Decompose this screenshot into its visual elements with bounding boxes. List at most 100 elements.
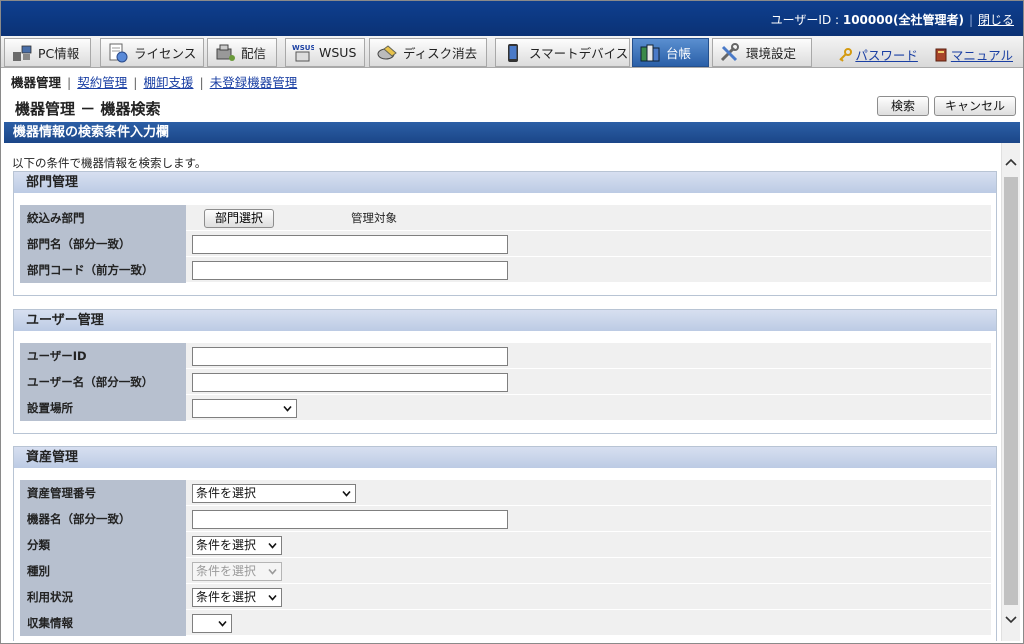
- scroll-up-icon[interactable]: [1005, 157, 1017, 169]
- subnav-link-contract[interactable]: 契約管理: [77, 75, 127, 90]
- disk-erase-icon: [377, 44, 397, 59]
- field-label: 絞込み部門: [20, 205, 186, 231]
- usage-select[interactable]: 条件を選択: [192, 587, 282, 607]
- form-row: 収集情報: [20, 610, 991, 636]
- ledger-icon: [640, 44, 660, 61]
- form-row: 分類 条件を選択: [20, 532, 991, 558]
- form-row: 資産管理番号 条件を選択: [20, 480, 991, 506]
- location-select[interactable]: [192, 398, 297, 418]
- user-info: ユーザーID : 100000(全社管理者) | 閉じる: [771, 11, 1014, 28]
- tab-disk-erase[interactable]: ディスク消去: [369, 38, 487, 67]
- user-name-input[interactable]: [192, 372, 508, 392]
- dept-rows: 絞込み部門 部門選択 管理対象 部門名（部分一致） 部門コード（前方一致）: [20, 205, 991, 283]
- vertical-scrollbar[interactable]: [1001, 143, 1020, 641]
- intro-text: 以下の条件で機器情報を検索します。: [12, 156, 207, 170]
- field-value: 条件を選択: [192, 480, 356, 506]
- wsus-icon: WSUS: [292, 44, 314, 61]
- dept-code-input[interactable]: [192, 260, 508, 280]
- select-value: 条件を選択: [196, 589, 257, 604]
- asset-number-select[interactable]: 条件を選択: [192, 483, 356, 503]
- form-row: 利用状況 条件を選択: [20, 584, 991, 610]
- field-label: 部門名（部分一致）: [20, 231, 186, 257]
- svg-text:WSUS: WSUS: [292, 44, 314, 52]
- manual-link[interactable]: マニュアル: [951, 48, 1013, 63]
- tab-label: WSUS: [319, 45, 357, 60]
- field-value: [192, 610, 232, 636]
- form-row: 設置場所: [20, 395, 991, 421]
- field-label: 部門コード（前方一致）: [20, 257, 186, 283]
- tab-ledger[interactable]: 台帳: [632, 38, 709, 67]
- field-value: 部門選択 管理対象: [192, 205, 397, 231]
- section-title-bar: 機器情報の検索条件入力欄: [4, 122, 1020, 143]
- tab-wsus[interactable]: WSUS WSUS: [285, 38, 365, 67]
- tab-label: ディスク消去: [403, 46, 478, 61]
- tab-license[interactable]: ライセンス: [100, 38, 204, 67]
- field-label: 分類: [20, 532, 186, 558]
- app-window: ユーザーID : 100000(全社管理者) | 閉じる PC情報 ライセンス 配信…: [0, 0, 1024, 644]
- chevron-down-icon: [268, 568, 277, 575]
- chevron-down-icon: [283, 405, 292, 412]
- search-button[interactable]: 検索: [877, 96, 929, 116]
- field-label: ユーザーID: [20, 343, 186, 369]
- tab-delivery[interactable]: 配信: [207, 38, 277, 67]
- device-name-input[interactable]: [192, 509, 508, 529]
- field-value: [192, 506, 508, 532]
- scroll-down-icon[interactable]: [1005, 613, 1017, 625]
- tab-label: ライセンス: [134, 46, 197, 61]
- form-row: ユーザー名（部分一致）: [20, 369, 991, 395]
- tab-label: PC情報: [38, 46, 80, 61]
- divider: |: [133, 75, 138, 90]
- select-value: 条件を選択: [196, 537, 257, 552]
- scroll-thumb[interactable]: [1004, 177, 1018, 605]
- subnav-link-unregistered[interactable]: 未登録機器管理: [210, 75, 298, 90]
- collect-info-select[interactable]: [192, 613, 232, 633]
- user-group: ユーザー管理 ユーザーID ユーザー名（部分一致） 設置場所: [13, 309, 997, 434]
- manual-book-icon: [935, 48, 947, 62]
- dept-name-input[interactable]: [192, 234, 508, 254]
- select-value: 条件を選択: [196, 485, 257, 500]
- pc-info-icon: [13, 45, 32, 61]
- field-value: 条件を選択: [192, 584, 282, 610]
- form-row: 種別 条件を選択: [20, 558, 991, 584]
- field-value: [192, 231, 508, 257]
- tab-smart-device[interactable]: スマートデバイス: [495, 38, 630, 67]
- field-label: 設置場所: [20, 395, 186, 421]
- close-link[interactable]: 閉じる: [978, 13, 1014, 27]
- tab-pc-info[interactable]: PC情報: [4, 38, 91, 67]
- field-value: [192, 369, 508, 395]
- license-icon: [109, 43, 128, 62]
- tab-settings[interactable]: 環境設定: [712, 38, 812, 67]
- group-title: 部門管理: [14, 172, 996, 193]
- user-id-label: ユーザーID :: [770, 13, 843, 27]
- tab-label: 台帳: [666, 46, 692, 61]
- divider: |: [67, 75, 72, 90]
- divider: |: [968, 13, 973, 27]
- form-row: 部門名（部分一致）: [20, 231, 991, 257]
- tab-label: スマートデバイス: [529, 46, 629, 61]
- subnav-link-inventory[interactable]: 棚卸支援: [143, 75, 193, 90]
- page-title: 機器管理 － 機器検索: [15, 100, 161, 118]
- dept-group: 部門管理 絞込み部門 部門選択 管理対象 部門名（部分一致） 部門コード（前方一…: [13, 171, 997, 296]
- field-value: 条件を選択: [192, 558, 282, 584]
- field-label: 資産管理番号: [20, 480, 186, 506]
- password-link[interactable]: パスワード: [855, 48, 918, 63]
- search-form: 以下の条件で機器情報を検索します。 部門管理 絞込み部門 部門選択 管理対象 部…: [4, 143, 1001, 641]
- utility-links: パスワード マニュアル: [838, 45, 1013, 64]
- form-row: 部門コード（前方一致）: [20, 257, 991, 283]
- dept-select-button[interactable]: 部門選択: [204, 208, 275, 228]
- category-select[interactable]: 条件を選択: [192, 535, 282, 555]
- subnav-current: 機器管理: [11, 75, 62, 90]
- field-label: 種別: [20, 558, 186, 584]
- field-label: 収集情報: [20, 610, 186, 636]
- group-title: ユーザー管理: [14, 310, 996, 331]
- cancel-button[interactable]: キャンセル: [934, 96, 1016, 116]
- user-id-value: 100000(全社管理者): [842, 13, 964, 27]
- select-value: 条件を選択: [196, 563, 257, 578]
- field-label: 利用状況: [20, 584, 186, 610]
- field-label: ユーザー名（部分一致）: [20, 369, 186, 395]
- chevron-down-icon: [268, 594, 277, 601]
- delivery-icon: [216, 44, 235, 61]
- type-select: 条件を選択: [192, 561, 282, 581]
- top-header: ユーザーID : 100000(全社管理者) | 閉じる: [1, 1, 1023, 36]
- user-id-input[interactable]: [192, 346, 508, 366]
